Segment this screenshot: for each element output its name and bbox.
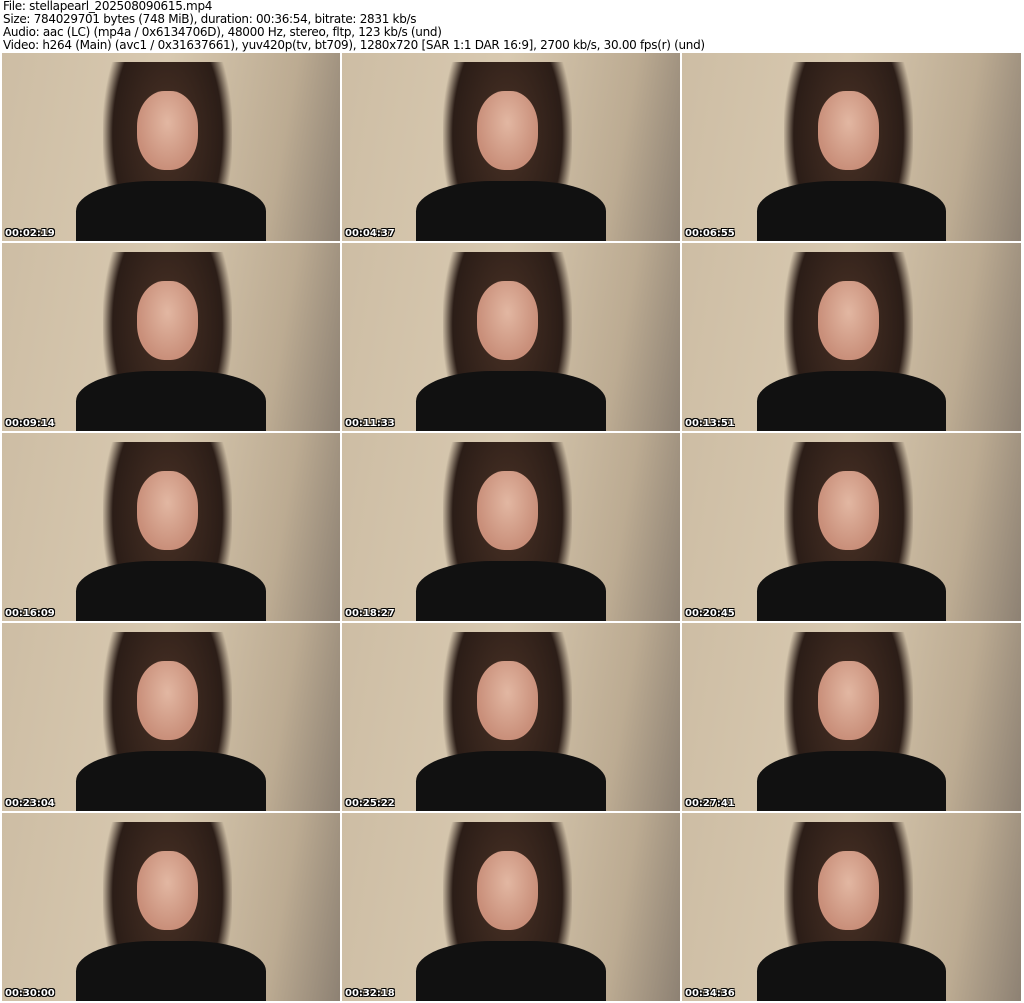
figure-face	[477, 470, 539, 550]
file-info-header: File: stellapearl_202508090615.mp4 Size:…	[3, 0, 705, 52]
timestamp: 00:18:27	[345, 608, 395, 619]
figure-face	[137, 660, 199, 740]
video-thumbnail: 00:04:37	[342, 53, 680, 241]
timestamp: 00:27:41	[685, 798, 735, 809]
figure-body	[76, 560, 266, 621]
timestamp: 00:23:04	[5, 798, 55, 809]
figure-face	[817, 90, 879, 170]
timestamp: 00:11:33	[345, 418, 395, 429]
video-thumbnail: 00:18:27	[342, 433, 680, 621]
timestamp: 00:06:55	[685, 228, 735, 239]
video-thumbnail: 00:20:45	[682, 433, 1021, 621]
figure-face	[817, 660, 879, 740]
figure-body	[756, 750, 947, 811]
figure-face	[137, 470, 199, 550]
figure-face	[477, 850, 539, 930]
figure-face	[137, 90, 199, 170]
figure-face	[137, 850, 199, 930]
video-thumbnail: 00:09:14	[2, 243, 340, 431]
video-thumbnail: 00:34:36	[682, 813, 1021, 1001]
figure-body	[76, 750, 266, 811]
video-thumbnail: 00:16:09	[2, 433, 340, 621]
figure-body	[76, 370, 266, 431]
video-thumbnail: 00:23:04	[2, 623, 340, 811]
figure-face	[477, 280, 539, 360]
timestamp: 00:32:18	[345, 988, 395, 999]
figure-body	[76, 940, 266, 1001]
figure-body	[416, 750, 606, 811]
timestamp: 00:04:37	[345, 228, 395, 239]
figure-face	[817, 280, 879, 360]
figure-body	[756, 180, 947, 241]
figure-face	[477, 660, 539, 740]
video-thumbnail: 00:32:18	[342, 813, 680, 1001]
video-thumbnail: 00:06:55	[682, 53, 1021, 241]
video-thumbnail: 00:27:41	[682, 623, 1021, 811]
timestamp: 00:16:09	[5, 608, 55, 619]
timestamp: 00:30:00	[5, 988, 55, 999]
video-thumbnail: 00:11:33	[342, 243, 680, 431]
figure-body	[416, 180, 606, 241]
video-thumbnail: 00:30:00	[2, 813, 340, 1001]
figure-body	[756, 560, 947, 621]
timestamp: 00:20:45	[685, 608, 735, 619]
timestamp: 00:25:22	[345, 798, 395, 809]
video-thumbnail: 00:02:19	[2, 53, 340, 241]
figure-body	[416, 940, 606, 1001]
figure-body	[756, 940, 947, 1001]
figure-face	[477, 90, 539, 170]
video-thumbnail: 00:13:51	[682, 243, 1021, 431]
figure-body	[416, 560, 606, 621]
figure-body	[756, 370, 947, 431]
thumbnail-grid: 00:02:19 00:04:37 00:06:55 00:09:14 00:11:33…	[2, 53, 1021, 1001]
figure-face	[137, 280, 199, 360]
timestamp: 00:34:36	[685, 988, 735, 999]
timestamp: 00:13:51	[685, 418, 735, 429]
timestamp: 00:02:19	[5, 228, 55, 239]
timestamp: 00:09:14	[5, 418, 55, 429]
figure-face	[817, 850, 879, 930]
video-info: Video: h264 (Main) (avc1 / 0x31637661), …	[3, 38, 705, 52]
video-thumbnail: 00:25:22	[342, 623, 680, 811]
figure-body	[76, 180, 266, 241]
figure-body	[416, 370, 606, 431]
figure-face	[817, 470, 879, 550]
